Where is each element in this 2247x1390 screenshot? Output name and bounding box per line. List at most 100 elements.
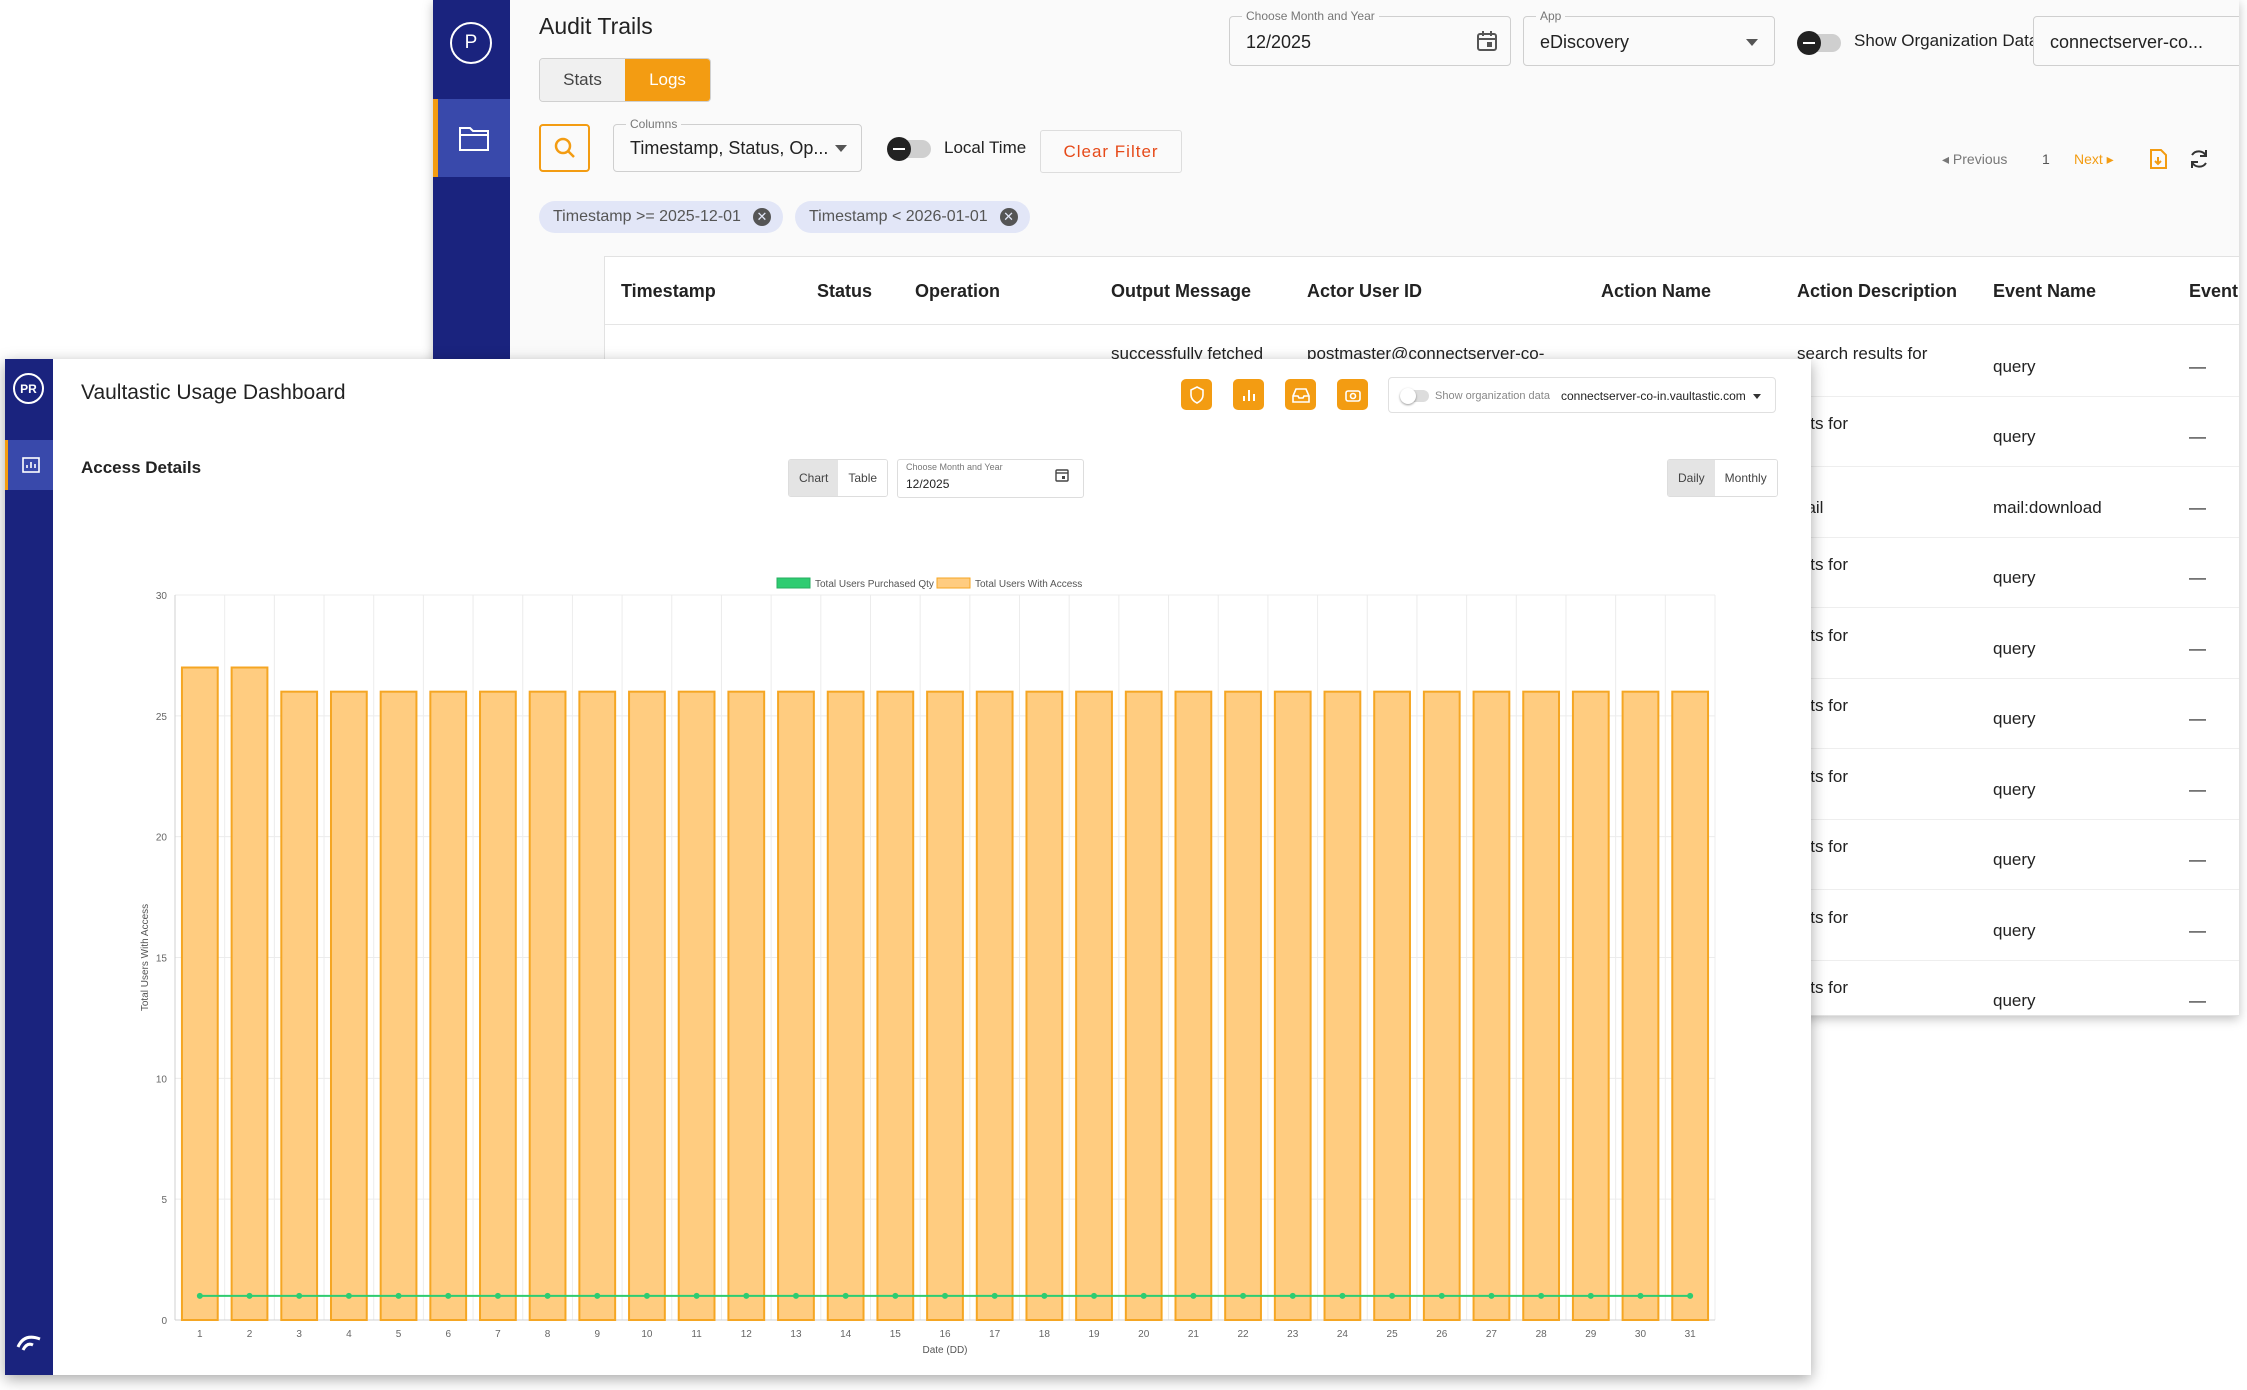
column-header[interactable]: Event Sourc [2189, 281, 2239, 302]
x-tick-label: 24 [1337, 1329, 1349, 1340]
bar [1422, 690, 1461, 1321]
previous-page-button[interactable]: ◂ Previous [1942, 151, 2007, 168]
tab-logs[interactable]: Logs [625, 59, 710, 101]
page-title: Audit Trails [539, 13, 653, 39]
line-point [1091, 1292, 1098, 1299]
bar [1671, 690, 1710, 1321]
profile-badge[interactable]: P [450, 22, 492, 64]
column-header[interactable]: Event Name [1993, 281, 2096, 302]
event-source: — [2189, 638, 2206, 658]
bar [1025, 690, 1064, 1321]
x-tick-label: 5 [396, 1329, 402, 1340]
access-details-chart: 0510152025301 2 3 4 5 6 7 8 9 10 11 12 13 14 15 16 17 18 1… [140, 577, 1716, 1356]
stats-logs-tabs: Stats Logs [539, 58, 711, 102]
bar [528, 690, 567, 1321]
app-label: App [1536, 9, 1566, 23]
x-tick-label: 11 [691, 1329, 702, 1340]
bar [1174, 690, 1213, 1321]
y-tick-label: 30 [156, 591, 168, 602]
line-point [693, 1292, 700, 1299]
bar [1522, 690, 1561, 1321]
bar [826, 690, 865, 1321]
next-page-button[interactable]: Next ▸ [2074, 151, 2114, 168]
line-point [246, 1292, 253, 1299]
organization-select[interactable]: connectserver-co... [2033, 16, 2239, 66]
x-tick-label: 3 [296, 1329, 302, 1340]
chevron-down-icon [1746, 39, 1758, 46]
line-point [1687, 1292, 1694, 1299]
local-time-toggle[interactable] [887, 137, 931, 161]
filter-chip-end[interactable]: Timestamp < 2026-01-01 ✕ [795, 201, 1030, 233]
bar [379, 690, 418, 1321]
line-point [296, 1292, 303, 1299]
month-year-field[interactable]: Choose Month and Year 12/2025 [1229, 9, 1511, 66]
tab-stats[interactable]: Stats [540, 59, 625, 101]
x-tick-label: 8 [545, 1329, 551, 1340]
y-tick-label: 15 [156, 954, 168, 965]
line-point [1041, 1292, 1048, 1299]
y-tick-label: 5 [161, 1195, 167, 1206]
event-name: query [1993, 357, 2036, 376]
x-tick-label: 14 [840, 1329, 852, 1340]
column-header[interactable]: Operation [915, 281, 1000, 302]
filter-chip-start[interactable]: Timestamp >= 2025-12-01 ✕ [539, 201, 783, 233]
x-tick-label: 18 [1039, 1329, 1051, 1340]
column-header[interactable]: Status [817, 281, 872, 302]
column-header[interactable]: Actor User ID [1307, 281, 1422, 302]
column-header[interactable]: Action Name [1601, 281, 1711, 302]
export-icon[interactable] [2147, 148, 2169, 170]
line-point [1240, 1292, 1247, 1299]
column-header[interactable]: Output Message [1111, 281, 1251, 302]
line-point [991, 1292, 998, 1299]
bar [1571, 690, 1610, 1321]
close-icon[interactable]: ✕ [752, 208, 771, 226]
column-header[interactable]: Action Description [1797, 281, 1957, 302]
x-tick-label: 21 [1188, 1329, 1200, 1340]
bar [1273, 690, 1312, 1321]
month-year-label: Choose Month and Year [1242, 9, 1379, 23]
close-icon[interactable]: ✕ [999, 208, 1018, 226]
line-point [1339, 1292, 1346, 1299]
x-tick-label: 10 [641, 1329, 653, 1340]
page-number: 1 [2042, 151, 2050, 167]
show-organization-toggle[interactable] [1797, 31, 1841, 55]
event-source: — [2189, 920, 2206, 940]
column-header[interactable]: Timestamp [621, 281, 716, 302]
x-tick-label: 7 [495, 1329, 501, 1340]
search-icon [554, 137, 575, 158]
line-point [445, 1292, 452, 1299]
line-point [395, 1292, 402, 1299]
line-point [1587, 1292, 1594, 1299]
y-tick-label: 20 [156, 833, 168, 844]
x-tick-label: 22 [1238, 1329, 1250, 1340]
search-button[interactable] [539, 124, 590, 172]
columns-select[interactable]: Columns Timestamp, Status, Op... [613, 117, 862, 172]
event-source: — [2189, 568, 2206, 587]
line-point [892, 1292, 899, 1299]
y-tick-label: 25 [156, 712, 168, 723]
x-tick-label: 1 [197, 1329, 203, 1340]
line-point [1190, 1292, 1197, 1299]
y-axis-title: Total Users With Access [140, 904, 151, 1011]
calendar-icon[interactable] [1476, 30, 1498, 52]
sidebar-item-folder[interactable] [433, 99, 510, 177]
line-point [1637, 1292, 1644, 1299]
line-point [1140, 1292, 1147, 1299]
line-point [1488, 1292, 1495, 1299]
x-tick-label: 23 [1287, 1329, 1299, 1340]
bar [429, 690, 468, 1321]
refresh-icon[interactable] [2188, 148, 2210, 170]
x-tick-label: 9 [594, 1329, 600, 1340]
x-tick-label: 31 [1685, 1329, 1697, 1340]
legend-swatch-access [936, 577, 971, 589]
organization-value: connectserver-co... [2050, 32, 2204, 52]
clear-filter-button[interactable]: Clear Filter [1040, 130, 1182, 173]
folder-icon [459, 127, 489, 151]
event-source: — [2189, 991, 2206, 1010]
bar [876, 690, 915, 1321]
bar [926, 690, 964, 1321]
chevron-down-icon [835, 145, 847, 152]
bar [677, 690, 716, 1321]
x-tick-label: 2 [247, 1329, 253, 1340]
app-select[interactable]: App eDiscovery [1523, 9, 1775, 66]
